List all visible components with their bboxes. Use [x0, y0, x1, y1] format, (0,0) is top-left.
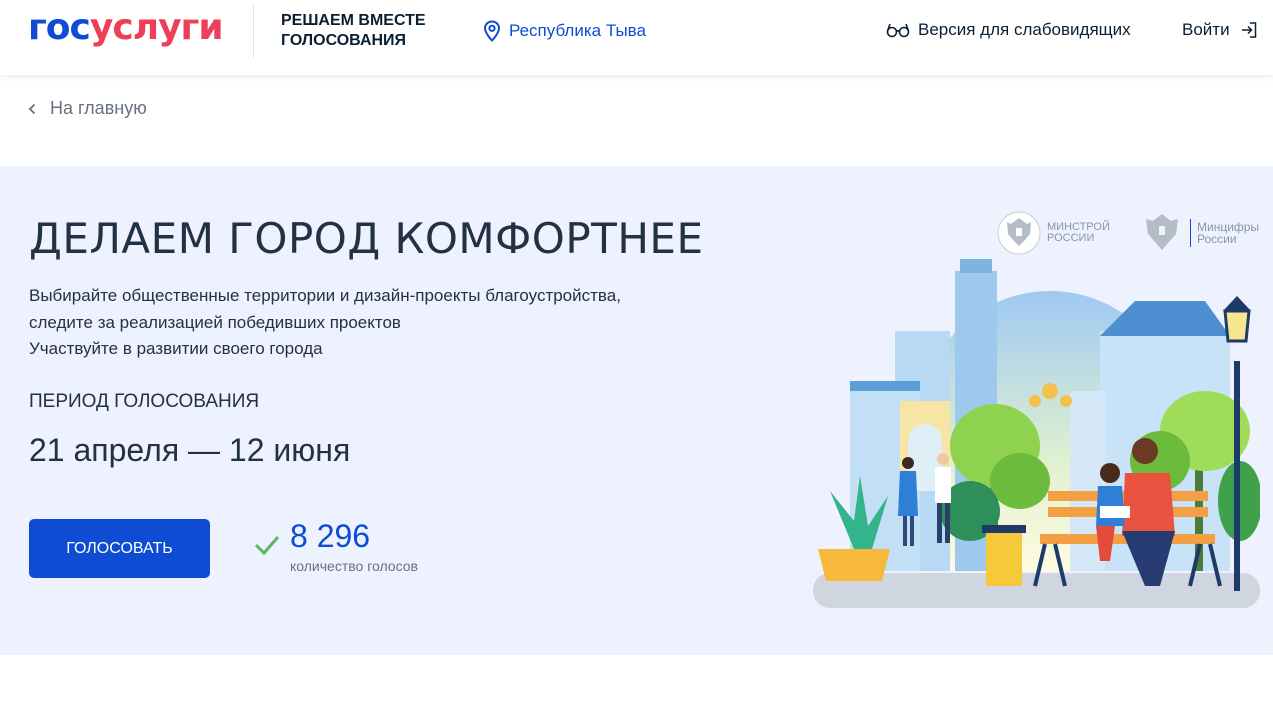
chevron-left-icon: [28, 103, 36, 114]
login-label: Войти: [1182, 20, 1230, 39]
voting-period-dates: 21 апреля — 12 июня: [29, 432, 351, 468]
map-pin-icon: [483, 20, 501, 42]
mincifry-logo: Минцифры России: [1140, 210, 1259, 256]
glasses-icon: [886, 23, 910, 38]
check-icon: [254, 536, 280, 556]
description-line: следите за реализацией победивших проект…: [29, 312, 401, 332]
voting-period-label: ПЕРИОД ГОЛОСОВАНИЯ: [29, 391, 260, 412]
trash-bin: [982, 525, 1026, 586]
gosuslugi-logo[interactable]: госуслуги: [28, 7, 224, 48]
ministry-name-line: России: [1197, 232, 1237, 246]
login-link[interactable]: Войти: [1182, 20, 1258, 40]
hero-banner: ДЕЛАЕМ ГОРОД КОМФОРТНЕЕ Выбирайте общест…: [0, 166, 1273, 655]
minstroy-logo: МИНСТРОЙ РОССИИ: [997, 210, 1110, 256]
region-label: Республика Тыва: [509, 21, 646, 40]
back-label: На главную: [50, 98, 147, 118]
vote-button[interactable]: ГОЛОСОВАТЬ: [29, 519, 210, 578]
logo-part-gos: гос: [28, 7, 91, 48]
header-divider: [253, 4, 254, 58]
coat-of-arms-icon: [1146, 214, 1178, 250]
logo-divider: [1190, 219, 1191, 247]
votes-counter: 8 296 количество голосов: [254, 518, 418, 574]
back-to-home-link[interactable]: На главную: [28, 98, 147, 119]
region-selector[interactable]: Республика Тыва: [483, 20, 646, 42]
page-title: ДЕЛАЕМ ГОРОД КОМФОРТНЕЕ: [29, 214, 704, 263]
vision-mode-label: Версия для слабовидящих: [918, 20, 1131, 39]
site-header: госуслуги РЕШАЕМ ВМЕСТЕ ГОЛОСОВАНИЯ Респ…: [0, 0, 1273, 75]
description-line: Выбирайте общественные территории и диза…: [29, 286, 621, 305]
city-park-illustration: [813, 259, 1260, 608]
votes-count: 8 296: [290, 518, 371, 554]
project-title: РЕШАЕМ ВМЕСТЕ ГОЛОСОВАНИЯ: [281, 12, 426, 49]
votes-count-label: количество голосов: [290, 558, 418, 574]
login-arrow-icon: [1241, 22, 1256, 38]
vision-mode-link[interactable]: Версия для слабовидящих: [886, 20, 1131, 40]
coat-of-arms-icon: [997, 211, 1041, 255]
hero-description: Выбирайте общественные территории и диза…: [29, 283, 729, 363]
logo-part-uslugi: услуги: [89, 7, 224, 48]
ministry-name-line: РОССИИ: [1047, 232, 1095, 244]
description-line: Участвуйте в развитии своего города: [29, 339, 323, 358]
